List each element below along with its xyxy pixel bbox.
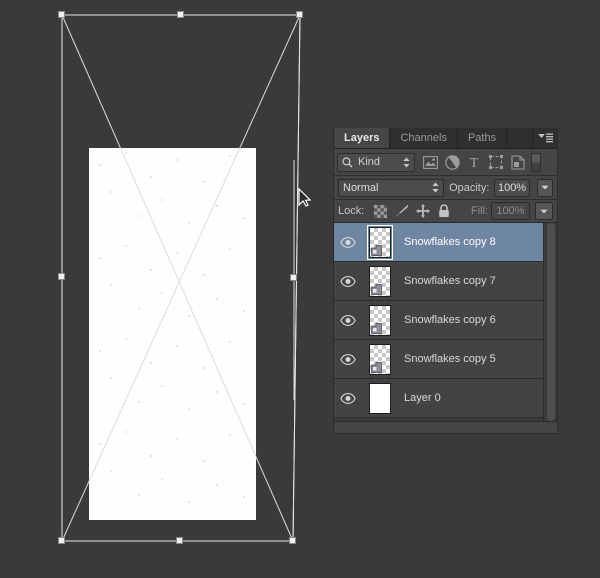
layers-panel: Layers Channels Paths Kind T Normal Opac…	[333, 128, 558, 434]
layer-name-2: Snowflakes copy 6	[404, 314, 496, 326]
blend-mode-value: Normal	[343, 181, 379, 194]
layer-visibility-toggle-3[interactable]	[334, 353, 362, 365]
layer-row-2[interactable]: Snowflakes copy 6	[334, 301, 543, 340]
layer-thumbnail-1[interactable]	[362, 265, 398, 297]
blend-mode-select[interactable]: Normal	[338, 178, 445, 197]
layer-row-4[interactable]: Layer 0	[334, 379, 543, 418]
opacity-dropdown-button[interactable]	[536, 178, 553, 197]
lock-label: Lock:	[338, 205, 365, 217]
lock-transparent-pixels-icon[interactable]	[372, 203, 389, 220]
filter-type-icons: T	[419, 151, 529, 173]
opacity-input[interactable]: 100%	[494, 178, 530, 197]
document-image[interactable]	[89, 148, 256, 520]
tab-layers[interactable]: Layers	[334, 128, 391, 148]
tab-channels[interactable]: Channels	[390, 128, 458, 148]
fill-label: Fill:	[470, 205, 488, 217]
handle-bottom-left[interactable]	[58, 537, 65, 544]
panel-menu-icon	[537, 133, 553, 142]
layer-thumbnail-4[interactable]	[362, 382, 398, 414]
filter-shape-icon[interactable]	[485, 151, 507, 173]
chevron-down-icon	[540, 209, 548, 213]
layer-name-1: Snowflakes copy 7	[404, 275, 496, 287]
layer-row-0[interactable]: Snowflakes copy 8	[334, 223, 543, 262]
layer-content-icon	[371, 244, 382, 256]
handle-bottom-center[interactable]	[176, 537, 183, 544]
tab-paths-label: Paths	[467, 132, 497, 144]
handle-bottom-right[interactable]	[289, 537, 296, 544]
fill-dropdown-button[interactable]	[535, 202, 553, 220]
eye-icon	[340, 392, 356, 404]
panel-footer	[334, 421, 557, 433]
scrollbar-thumb[interactable]	[547, 223, 555, 421]
layer-content-icon	[371, 361, 382, 373]
lock-image-pixels-icon[interactable]	[393, 203, 410, 220]
layer-visibility-toggle-2[interactable]	[334, 314, 362, 326]
panel-menu-button[interactable]	[533, 128, 557, 148]
layer-list[interactable]: Snowflakes copy 8 Snowflakes copy 7 Snow…	[334, 223, 557, 421]
opacity-value: 100%	[497, 181, 527, 194]
lock-buttons	[372, 203, 452, 220]
photoshop-window: Layers Channels Paths Kind T Normal Opac…	[0, 0, 600, 578]
handle-top-left[interactable]	[58, 11, 65, 18]
layer-row-1[interactable]: Snowflakes copy 7	[334, 262, 543, 301]
layer-visibility-toggle-1[interactable]	[334, 275, 362, 287]
lock-fill-row: Lock: Fill: 100%	[334, 200, 557, 223]
layer-thumbnail-2[interactable]	[362, 304, 398, 336]
layer-filter-row: Kind T	[334, 149, 557, 176]
layer-name-4: Layer 0	[404, 392, 441, 404]
layer-content-icon	[371, 283, 382, 295]
eye-icon	[340, 314, 356, 326]
layer-thumbnail-0[interactable]	[362, 224, 398, 260]
updown-arrows-icon	[403, 157, 410, 167]
tab-bar-filler	[507, 128, 533, 148]
layer-visibility-toggle-4[interactable]	[334, 392, 362, 404]
handle-middle-left[interactable]	[58, 273, 65, 280]
eye-icon	[340, 353, 356, 365]
panel-tab-bar: Layers Channels Paths	[334, 128, 557, 149]
mouse-cursor-icon	[298, 188, 312, 207]
layer-content-icon	[371, 322, 382, 334]
lock-all-icon[interactable]	[435, 203, 452, 220]
eye-icon	[340, 236, 356, 248]
tab-paths[interactable]: Paths	[457, 128, 508, 148]
opacity-label: Opacity:	[449, 181, 490, 194]
filter-adjustment-icon[interactable]	[441, 151, 463, 173]
tab-layers-label: Layers	[344, 132, 380, 144]
filter-smart-object-icon[interactable]	[507, 151, 529, 173]
filter-pixel-icon[interactable]	[419, 151, 441, 173]
handle-top-right[interactable]	[296, 11, 303, 18]
handle-top-center[interactable]	[177, 11, 184, 18]
layer-name-0: Snowflakes copy 8	[404, 236, 496, 248]
lock-position-icon[interactable]	[414, 203, 431, 220]
handle-middle-right[interactable]	[290, 274, 297, 281]
blend-opacity-row: Normal Opacity: 100%	[334, 176, 557, 200]
eye-icon	[340, 275, 356, 287]
fill-input[interactable]: 100%	[491, 202, 530, 220]
filter-enable-toggle[interactable]	[531, 152, 541, 172]
tab-channels-label: Channels	[400, 132, 447, 144]
chevron-down-icon	[541, 185, 549, 190]
svg-text:T: T	[470, 156, 479, 169]
fill-value: 100%	[496, 205, 525, 217]
filter-kind-select[interactable]: Kind	[337, 152, 415, 172]
layer-thumbnail-3[interactable]	[362, 343, 398, 375]
filter-kind-label: Kind	[358, 156, 381, 168]
layer-name-3: Snowflakes copy 5	[404, 353, 496, 365]
updown-arrows-icon	[432, 182, 439, 193]
filter-type-icon[interactable]: T	[463, 151, 485, 173]
layer-visibility-toggle-0[interactable]	[334, 236, 362, 248]
layer-row-3[interactable]: Snowflakes copy 5	[334, 340, 543, 379]
canvas-area[interactable]	[0, 0, 333, 578]
search-icon	[342, 156, 353, 167]
layer-list-scrollbar[interactable]	[543, 223, 557, 421]
